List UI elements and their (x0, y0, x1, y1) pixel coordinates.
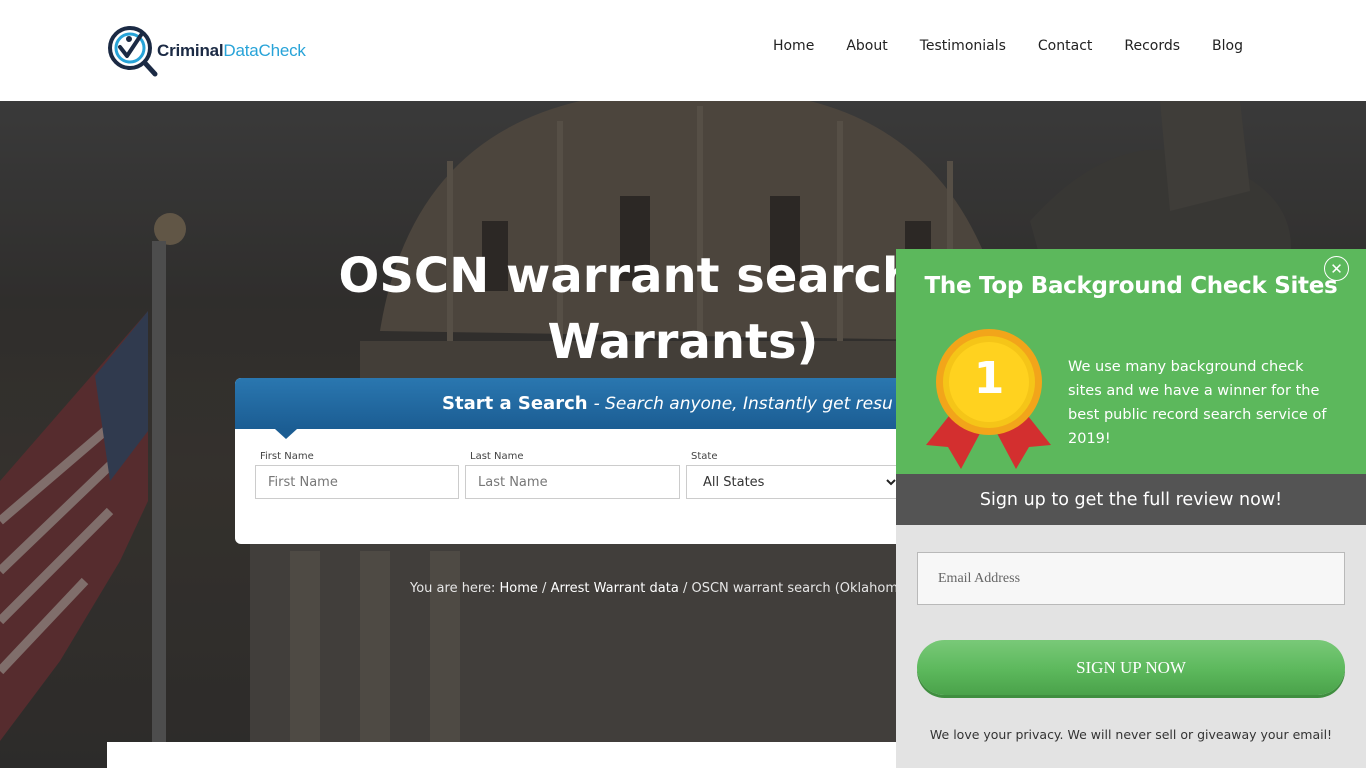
magnifier-check-icon (107, 25, 158, 77)
medal-number: 1 (973, 353, 1005, 404)
nav-about[interactable]: About (846, 38, 887, 54)
nav-records[interactable]: Records (1124, 38, 1180, 54)
breadcrumb-home-link[interactable]: Home (500, 581, 538, 596)
email-placeholder: Email Address (938, 570, 1021, 586)
nav-blog[interactable]: Blog (1212, 38, 1243, 54)
first-name-placeholder: First Name (268, 474, 338, 490)
last-name-input[interactable]: Last Name (465, 465, 680, 499)
brand-name-part1: Criminal (157, 41, 224, 60)
main-nav: Home About Testimonials Contact Records … (741, 38, 1243, 54)
sign-up-label: SIGN UP NOW (1076, 657, 1186, 677)
nav-testimonials[interactable]: Testimonials (920, 38, 1006, 54)
popup-form: Email Address SIGN UP NOW We love your p… (896, 525, 1366, 768)
signup-popup: The Top Background Check Sites ✕ 1 We us… (896, 249, 1366, 768)
email-input[interactable]: Email Address (917, 552, 1345, 605)
first-name-label: First Name (260, 451, 314, 462)
search-heading: Start a Search (442, 393, 588, 414)
popup-header: The Top Background Check Sites ✕ 1 We us… (896, 249, 1366, 474)
search-subheading: - Search anyone, Instantly get resu (593, 393, 893, 414)
first-name-input[interactable]: First Name (255, 465, 459, 499)
page-title-line2: Warrants) (547, 314, 819, 370)
breadcrumb-category-link[interactable]: Arrest Warrant data (551, 581, 679, 596)
popup-cta-band: Sign up to get the full review now! (896, 474, 1366, 525)
privacy-note: We love your privacy. We will never sell… (929, 727, 1333, 742)
breadcrumb-current: OSCN warrant search (Oklahoma W (691, 581, 923, 596)
search-form-card: Start a Search - Search anyone, Instantl… (235, 378, 935, 544)
site-logo[interactable]: CriminalDataCheck (107, 25, 306, 77)
last-name-placeholder: Last Name (478, 474, 548, 490)
close-glyph: ✕ (1330, 259, 1343, 278)
nav-home[interactable]: Home (773, 38, 814, 54)
search-header-notch (275, 429, 297, 439)
last-name-label: Last Name (470, 451, 524, 462)
search-header: Start a Search - Search anyone, Instantl… (235, 378, 935, 429)
state-select[interactable]: All States (686, 465, 904, 499)
nav-contact[interactable]: Contact (1038, 38, 1092, 54)
site-header: CriminalDataCheck Home About Testimonial… (0, 0, 1366, 101)
breadcrumb: You are here: Home / Arrest Warrant data… (410, 581, 923, 596)
breadcrumb-separator: / (542, 581, 547, 596)
popup-title: The Top Background Check Sites (924, 273, 1338, 299)
sign-up-button[interactable]: SIGN UP NOW (917, 640, 1345, 695)
state-selected-value: All States (703, 474, 765, 490)
popup-description: We use many background check sites and w… (1068, 359, 1327, 447)
brand-name: CriminalDataCheck (157, 41, 306, 61)
award-medal-icon: 1 (926, 327, 1056, 472)
content-area (107, 742, 907, 768)
brand-name-part2: DataCheck (223, 41, 306, 60)
state-label: State (691, 451, 718, 462)
close-icon[interactable]: ✕ (1324, 256, 1349, 281)
breadcrumb-prefix: You are here: (410, 581, 496, 596)
breadcrumb-separator: / (682, 581, 688, 596)
popup-cta-text: Sign up to get the full review now! (979, 489, 1283, 510)
